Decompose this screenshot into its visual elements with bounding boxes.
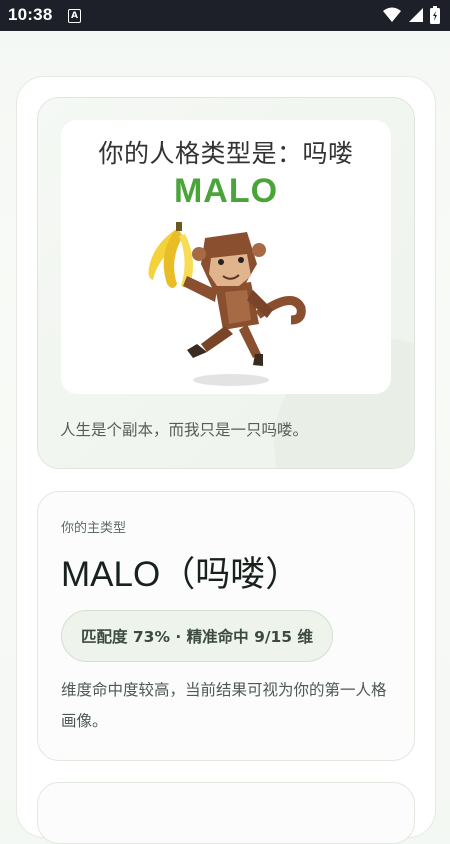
next-card bbox=[37, 782, 415, 844]
status-bar: 10:38 A bbox=[0, 0, 450, 31]
main-type-label: 你的主类型 bbox=[61, 521, 127, 536]
result-quote: 人生是个副本，而我只是一只吗喽。 bbox=[60, 421, 309, 439]
monkey-illustration bbox=[148, 222, 306, 386]
main-type-description: 维度命中度较高，当前结果可视为你的第一人格画像。 bbox=[61, 681, 387, 730]
battery-icon bbox=[430, 6, 440, 24]
result-poster-card: 你的人格类型是：吗喽 MALO bbox=[37, 97, 415, 469]
status-time: 10:38 bbox=[8, 5, 53, 24]
signal-icon bbox=[409, 8, 423, 22]
wifi-icon bbox=[383, 7, 401, 22]
main-type-card: 你的主类型 MALO（吗喽） 匹配度 73% · 精准命中 9/15 维 维度命… bbox=[37, 491, 415, 761]
poster-code: MALO bbox=[173, 172, 279, 210]
result-poster: 你的人格类型是：吗喽 MALO bbox=[61, 120, 391, 394]
status-icons bbox=[382, 6, 440, 24]
poster-title: 你的人格类型是：吗喽 bbox=[98, 139, 354, 168]
main-type-name: MALO（吗喽） bbox=[61, 555, 301, 594]
match-badge: 匹配度 73% · 精准命中 9/15 维 bbox=[61, 610, 333, 662]
notification-a-icon: A bbox=[68, 9, 81, 23]
